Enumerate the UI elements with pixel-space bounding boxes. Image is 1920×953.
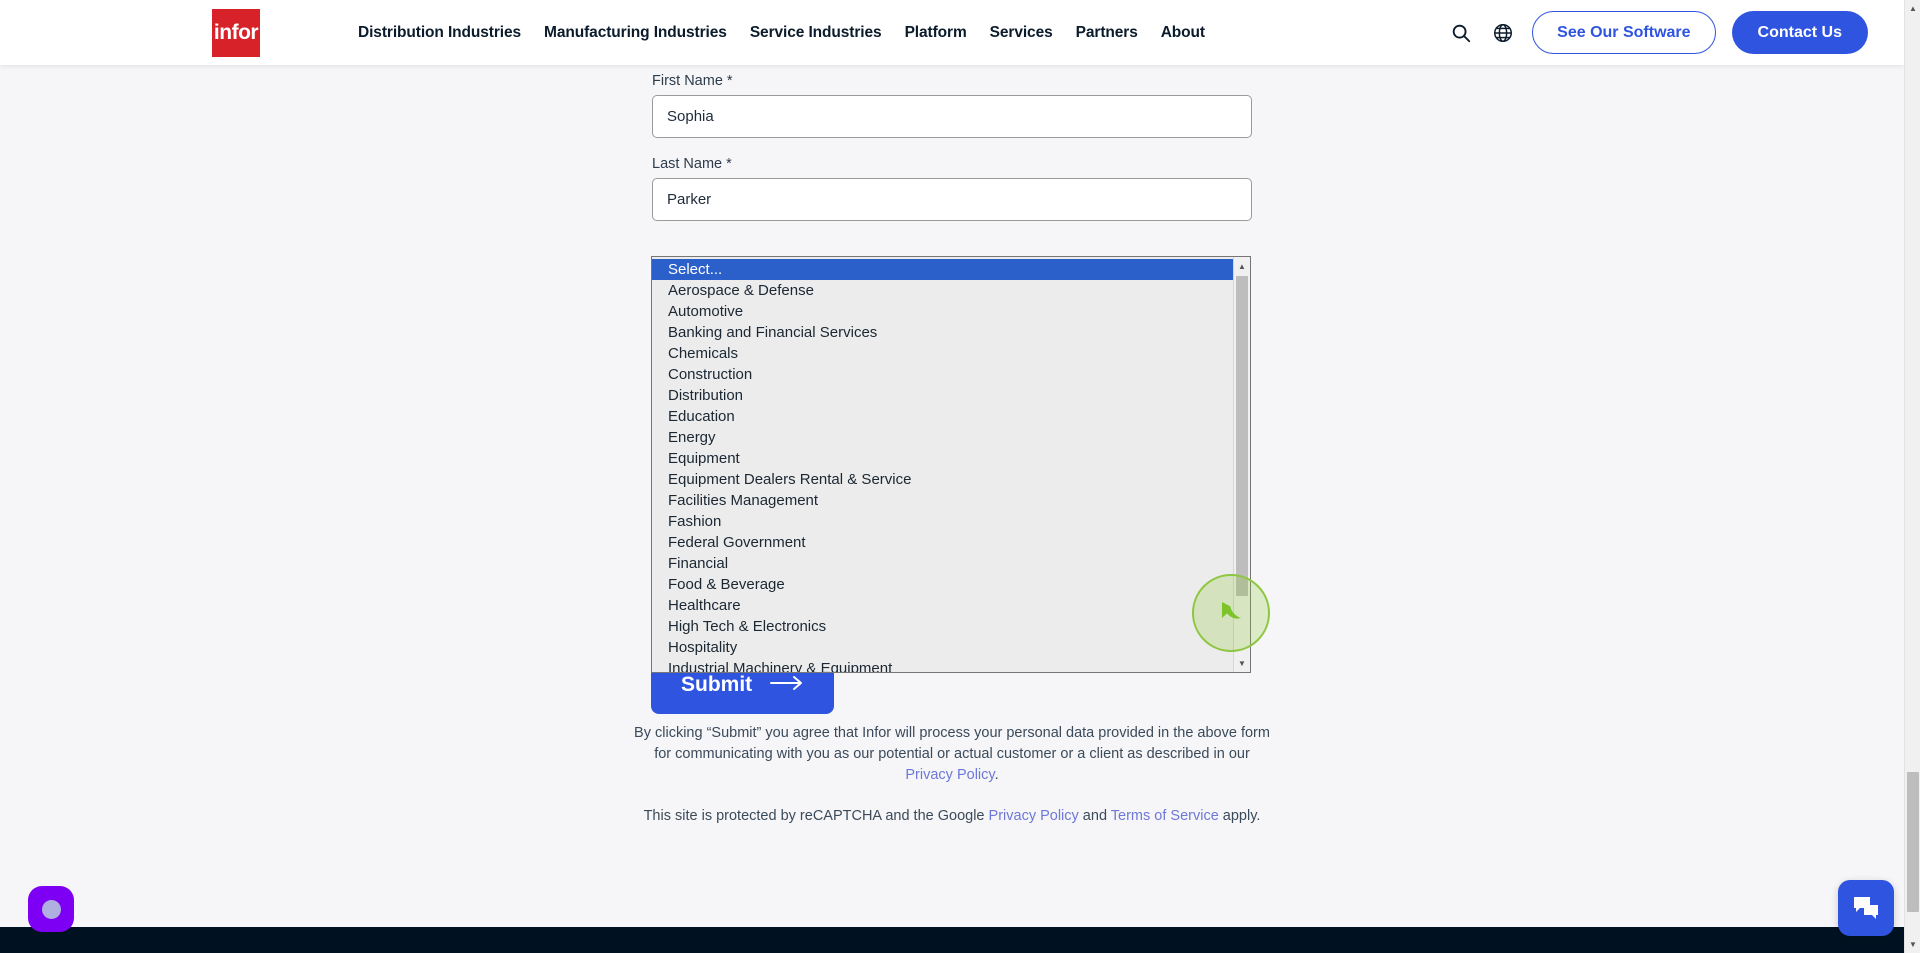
first-name-field-block: First Name *: [652, 73, 1252, 138]
nav-item-about[interactable]: About: [1161, 24, 1205, 42]
contact-form: First Name * Last Name *: [0, 65, 1904, 239]
industry-option-high-tech-electronics[interactable]: High Tech & Electronics: [652, 616, 1233, 637]
contact-us-label: Contact Us: [1757, 23, 1842, 41]
industry-option-financial[interactable]: Financial: [652, 553, 1233, 574]
industry-option-hospitality[interactable]: Hospitality: [652, 637, 1233, 658]
recaptcha-prefix: This site is protected by reCAPTCHA and …: [643, 808, 989, 824]
nav-item-distribution-industries[interactable]: Distribution Industries: [358, 24, 521, 42]
industry-option-food-beverage[interactable]: Food & Beverage: [652, 574, 1233, 595]
last-name-field-block: Last Name *: [652, 156, 1252, 221]
industry-option-construction[interactable]: Construction: [652, 364, 1233, 385]
industry-option-list: Select... Aerospace & Defense Automotive…: [652, 257, 1233, 672]
consent-line-2: for communicating with you as our potent…: [0, 744, 1904, 765]
contact-us-button[interactable]: Contact Us: [1731, 11, 1868, 54]
logo-text: infor: [213, 20, 259, 44]
industry-option-education[interactable]: Education: [652, 406, 1233, 427]
primary-navigation: Distribution Industries Manufacturing In…: [358, 24, 1205, 42]
industry-option-industrial-machinery-equipment[interactable]: Industrial Machinery & Equipment: [652, 658, 1233, 672]
industry-option-energy[interactable]: Energy: [652, 427, 1233, 448]
recaptcha-mid: and: [1078, 808, 1111, 824]
industry-option-federal-government[interactable]: Federal Government: [652, 532, 1233, 553]
triangle-up-icon[interactable]: ▲: [1234, 258, 1250, 274]
nav-item-service-industries[interactable]: Service Industries: [750, 24, 882, 42]
header-actions: See Our Software Contact Us: [1448, 11, 1868, 54]
site-header: infor Distribution Industries Manufactur…: [0, 0, 1904, 65]
arrow-right-icon: [770, 673, 804, 697]
industry-option-equipment-dealers-rental-service[interactable]: Equipment Dealers Rental & Service: [652, 469, 1233, 490]
page-scrollbar-thumb[interactable]: [1907, 772, 1919, 912]
search-icon[interactable]: [1448, 20, 1474, 46]
privacy-policy-link[interactable]: Privacy Policy: [905, 767, 994, 783]
privacy-badge-dot: [41, 899, 61, 919]
see-our-software-label: See Our Software: [1557, 23, 1691, 41]
first-name-input[interactable]: [652, 95, 1252, 138]
chat-bubbles-icon[interactable]: [1838, 880, 1894, 936]
industry-option-select-placeholder[interactable]: Select...: [652, 259, 1233, 280]
nav-item-manufacturing-industries[interactable]: Manufacturing Industries: [544, 24, 727, 42]
first-name-label: First Name *: [652, 73, 733, 89]
industry-option-aerospace-defense[interactable]: Aerospace & Defense: [652, 280, 1233, 301]
globe-icon[interactable]: [1490, 20, 1516, 46]
scroll-up-arrow-icon[interactable]: ▲: [1905, 0, 1920, 17]
privacy-badge-icon[interactable]: [28, 886, 74, 932]
recaptcha-notice: This site is protected by reCAPTCHA and …: [0, 806, 1904, 827]
scroll-down-arrow-icon[interactable]: ▼: [1905, 936, 1920, 953]
see-our-software-button[interactable]: See Our Software: [1532, 11, 1716, 54]
terms-of-service-link[interactable]: Terms of Service: [1111, 808, 1219, 824]
industry-option-chemicals[interactable]: Chemicals: [652, 343, 1233, 364]
nav-item-partners[interactable]: Partners: [1076, 24, 1138, 42]
recaptcha-privacy-policy-link[interactable]: Privacy Policy: [989, 808, 1079, 824]
triangle-down-icon[interactable]: ▼: [1234, 655, 1250, 671]
industry-option-fashion[interactable]: Fashion: [652, 511, 1233, 532]
legal-disclaimer: By clicking “Submit” you agree that Info…: [0, 723, 1904, 827]
nav-item-platform[interactable]: Platform: [905, 24, 967, 42]
consent-line-1: By clicking “Submit” you agree that Info…: [634, 725, 1270, 741]
recaptcha-suffix: apply.: [1218, 808, 1261, 824]
mouse-pointer-icon: [1192, 574, 1270, 652]
industry-option-distribution[interactable]: Distribution: [652, 385, 1233, 406]
form-column: First Name * Last Name *: [652, 65, 1252, 221]
industry-option-facilities-management[interactable]: Facilities Management: [652, 490, 1233, 511]
infor-logo[interactable]: infor: [212, 8, 260, 57]
consent-line-2-text: for communicating with you as our potent…: [654, 746, 1250, 762]
submit-label: Submit: [681, 673, 753, 696]
industry-option-healthcare[interactable]: Healthcare: [652, 595, 1233, 616]
header-inner: infor Distribution Industries Manufactur…: [0, 0, 1904, 65]
page-scrollbar[interactable]: ▲ ▼: [1904, 0, 1920, 953]
last-name-label: Last Name *: [652, 156, 732, 172]
dropdown-scrollbar-thumb[interactable]: [1236, 276, 1248, 596]
last-name-input[interactable]: [652, 178, 1252, 221]
industry-option-equipment[interactable]: Equipment: [652, 448, 1233, 469]
nav-item-services[interactable]: Services: [990, 24, 1053, 42]
industry-option-automotive[interactable]: Automotive: [652, 301, 1233, 322]
consent-line-3: Privacy Policy.: [0, 765, 1904, 786]
industry-option-banking-and-financial-services[interactable]: Banking and Financial Services: [652, 322, 1233, 343]
consent-period: .: [994, 767, 999, 783]
footer-strip: [0, 927, 1904, 953]
industry-select-dropdown[interactable]: Select... Aerospace & Defense Automotive…: [651, 256, 1251, 673]
